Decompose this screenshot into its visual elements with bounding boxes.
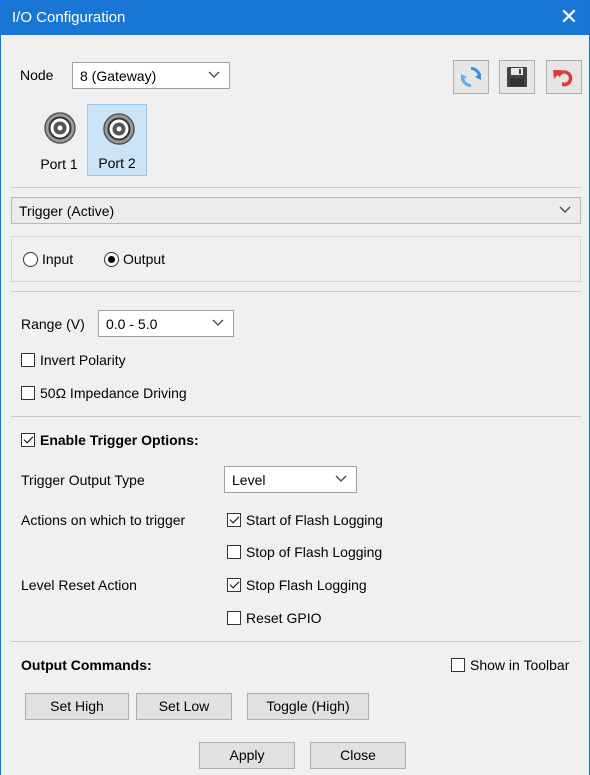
chevron-down-icon bbox=[212, 316, 224, 328]
divider bbox=[11, 187, 581, 188]
input-radio-label: Input bbox=[42, 251, 74, 267]
output-radio[interactable] bbox=[104, 252, 119, 267]
divider bbox=[11, 641, 581, 642]
port-1[interactable]: Port 1 bbox=[29, 104, 89, 176]
apply-button[interactable]: Apply bbox=[199, 742, 295, 769]
range-select-value: 0.0 - 5.0 bbox=[106, 316, 158, 332]
chevron-down-icon bbox=[208, 68, 220, 80]
range-label: Range (V) bbox=[21, 316, 85, 332]
chevron-down-icon bbox=[559, 203, 571, 215]
invert-polarity-label: Invert Polarity bbox=[40, 352, 126, 368]
actions-trigger-label: Actions on which to trigger bbox=[21, 512, 186, 528]
bnc-connector-icon bbox=[103, 113, 135, 145]
window-title: I/O Configuration bbox=[12, 9, 126, 26]
io-mode-select-value: Trigger (Active) bbox=[19, 203, 115, 219]
reset-stop-flash-logging-checkbox[interactable] bbox=[227, 578, 241, 592]
close-icon[interactable]: ✕ bbox=[555, 3, 583, 31]
chevron-down-icon bbox=[335, 472, 347, 484]
footer: Apply Close bbox=[1, 733, 589, 775]
output-commands-label: Output Commands: bbox=[21, 657, 152, 673]
direction-group: Input Output bbox=[11, 236, 581, 282]
trigger-output-type-select[interactable]: Level bbox=[224, 466, 357, 493]
port-1-label: Port 1 bbox=[40, 156, 78, 172]
enable-trigger-options-label: Enable Trigger Options: bbox=[40, 432, 199, 448]
stop-flash-logging-label: Stop of Flash Logging bbox=[246, 544, 383, 560]
invert-polarity-checkbox[interactable] bbox=[21, 353, 35, 367]
close-button[interactable]: Close bbox=[310, 742, 406, 769]
port-2-label: Port 2 bbox=[98, 155, 136, 171]
io-configuration-window: I/O Configuration ✕ Node 8 (Gateway) Por… bbox=[0, 0, 590, 775]
refresh-button[interactable] bbox=[453, 60, 489, 94]
reset-gpio-checkbox[interactable] bbox=[227, 611, 241, 625]
set-high-button[interactable]: Set High bbox=[25, 693, 129, 720]
enable-trigger-options-checkbox[interactable] bbox=[21, 433, 35, 447]
toggle-high-button[interactable]: Toggle (High) bbox=[247, 693, 369, 720]
trigger-output-type-value: Level bbox=[232, 472, 266, 488]
output-radio-label: Output bbox=[123, 251, 166, 267]
show-in-toolbar-label: Show in Toolbar bbox=[470, 657, 570, 673]
node-select[interactable]: 8 (Gateway) bbox=[72, 62, 230, 89]
title-bar: I/O Configuration ✕ bbox=[1, 1, 589, 35]
save-icon bbox=[507, 67, 527, 87]
start-flash-logging-checkbox[interactable] bbox=[227, 513, 241, 527]
refresh-icon bbox=[461, 67, 481, 87]
start-flash-logging-label: Start of Flash Logging bbox=[246, 512, 383, 528]
trigger-output-type-label: Trigger Output Type bbox=[21, 472, 145, 488]
undo-icon bbox=[553, 70, 573, 87]
range-select[interactable]: 0.0 - 5.0 bbox=[98, 310, 234, 337]
stop-flash-logging-checkbox[interactable] bbox=[227, 545, 241, 559]
level-reset-action-label: Level Reset Action bbox=[21, 577, 137, 593]
set-low-button[interactable]: Set Low bbox=[136, 693, 232, 720]
divider bbox=[11, 416, 581, 417]
reset-gpio-label: Reset GPIO bbox=[246, 610, 322, 626]
undo-button[interactable] bbox=[546, 60, 582, 94]
port-2[interactable]: Port 2 bbox=[87, 104, 147, 176]
show-in-toolbar-checkbox[interactable] bbox=[451, 658, 465, 672]
impedance-driving-checkbox[interactable] bbox=[21, 386, 35, 400]
save-button[interactable] bbox=[499, 60, 535, 94]
input-radio[interactable] bbox=[23, 252, 38, 267]
divider bbox=[11, 291, 581, 292]
impedance-driving-label: 50Ω Impedance Driving bbox=[40, 385, 187, 401]
node-select-value: 8 (Gateway) bbox=[80, 68, 157, 84]
node-label: Node bbox=[20, 67, 54, 83]
io-mode-select[interactable]: Trigger (Active) bbox=[11, 197, 581, 224]
reset-stop-flash-logging-label: Stop Flash Logging bbox=[246, 577, 367, 593]
bnc-connector-icon bbox=[44, 112, 76, 144]
